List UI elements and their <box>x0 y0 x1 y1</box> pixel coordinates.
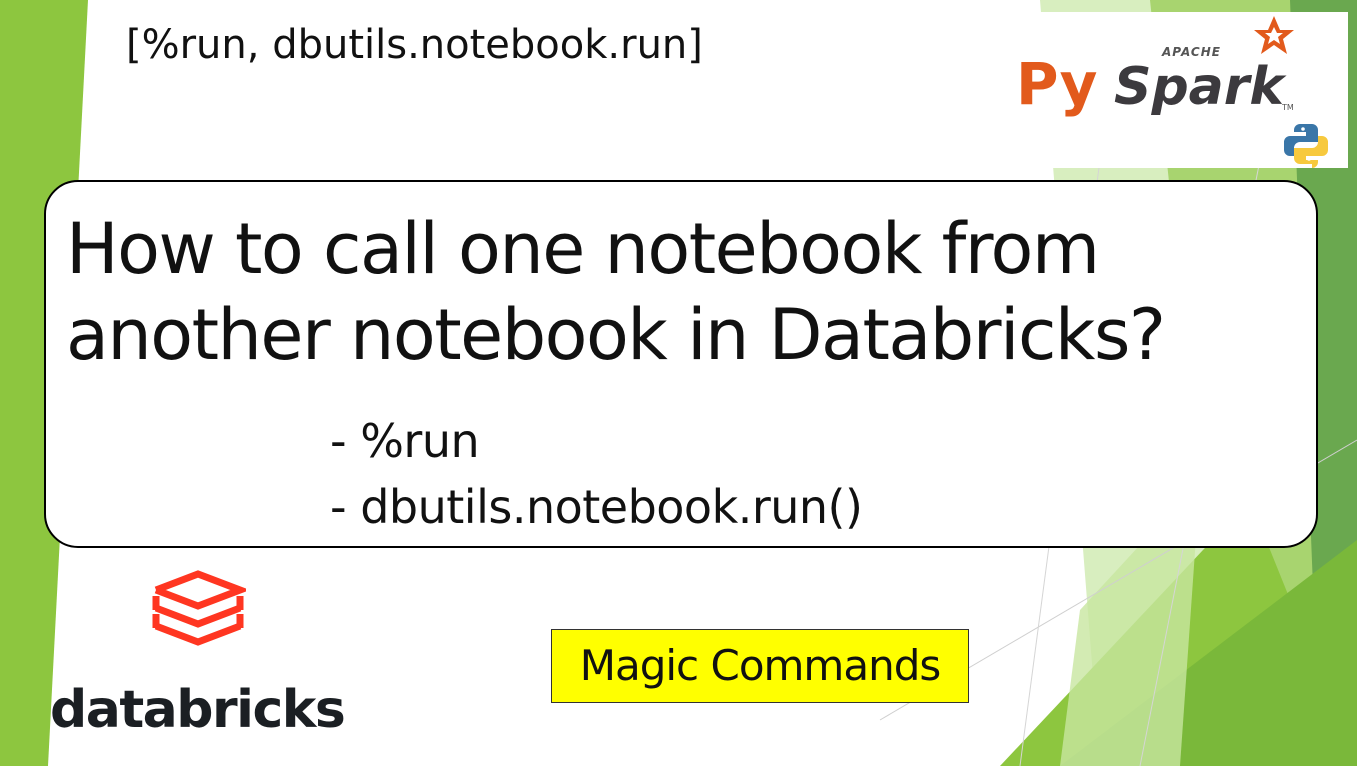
databricks-logo: databricks <box>50 570 360 750</box>
thumbnail-canvas: [%run, dbutils.notebook.run] APACHE Py S… <box>0 0 1357 766</box>
methods-list: - %run - dbutils.notebook.run() <box>330 408 863 540</box>
pyspark-logo: APACHE Py Spark TM <box>1012 12 1348 168</box>
method-item-dbutils: - dbutils.notebook.run() <box>330 480 863 534</box>
spark-star-icon <box>1254 16 1294 54</box>
magic-commands-badge: Magic Commands <box>551 629 969 703</box>
databricks-stack-icon <box>152 570 246 646</box>
page-title: How to call one notebook from another no… <box>66 206 1166 378</box>
python-icon <box>1284 124 1328 168</box>
databricks-wordmark: databricks <box>50 680 346 740</box>
title-line-2: another notebook in Databricks? <box>66 294 1166 376</box>
title-line-1: How to call one notebook from <box>66 208 1100 290</box>
spark-label: Spark <box>1114 57 1287 117</box>
method-item-run: - %run <box>330 414 480 468</box>
tm-label: TM <box>1281 103 1294 112</box>
py-label: Py <box>1016 50 1097 118</box>
top-tag-text: [%run, dbutils.notebook.run] <box>126 22 703 68</box>
main-title-card: How to call one notebook from another no… <box>44 180 1318 548</box>
